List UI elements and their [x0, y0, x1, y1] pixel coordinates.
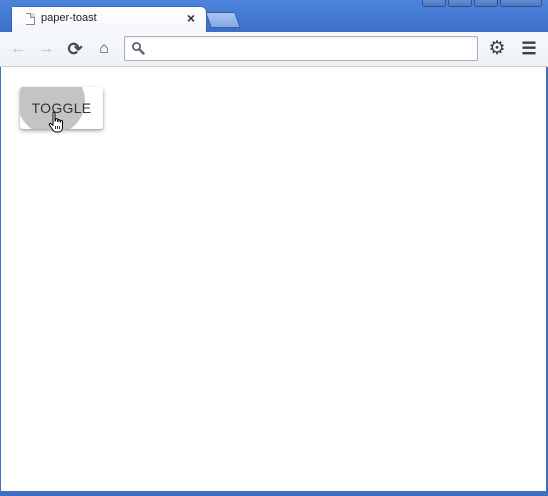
browser-window: paper-toast × ← → ⟳ ⌂ ⚙ ☰ TOGGLE	[0, 0, 548, 496]
menu-button[interactable]: ☰	[518, 38, 540, 60]
page-content: TOGGLE	[1, 67, 546, 491]
search-icon	[132, 42, 145, 55]
reload-button[interactable]: ⟳	[64, 38, 86, 60]
new-tab-button[interactable]	[205, 12, 241, 28]
browser-toolbar: ← → ⟳ ⌂ ⚙ ☰	[0, 32, 548, 67]
settings-button[interactable]: ⚙	[486, 38, 508, 60]
forward-button[interactable]: →	[35, 38, 57, 60]
close-tab-button[interactable]: ×	[184, 10, 198, 26]
tab-strip: paper-toast ×	[0, 0, 548, 32]
hand-cursor-icon	[48, 111, 63, 133]
home-button[interactable]: ⌂	[93, 38, 115, 60]
minimize-button[interactable]	[448, 0, 472, 7]
tab-title: paper-toast	[41, 12, 97, 24]
close-window-button[interactable]	[500, 0, 542, 7]
window-controls	[420, 0, 542, 7]
window-bottom-border	[0, 491, 548, 496]
restore-button[interactable]	[474, 0, 498, 7]
active-tab[interactable]: paper-toast ×	[12, 7, 206, 32]
omnibox[interactable]	[124, 36, 478, 61]
address-input[interactable]	[151, 39, 471, 58]
back-button[interactable]: ←	[7, 38, 29, 60]
user-icon[interactable]	[422, 0, 446, 7]
page-icon	[25, 13, 35, 25]
